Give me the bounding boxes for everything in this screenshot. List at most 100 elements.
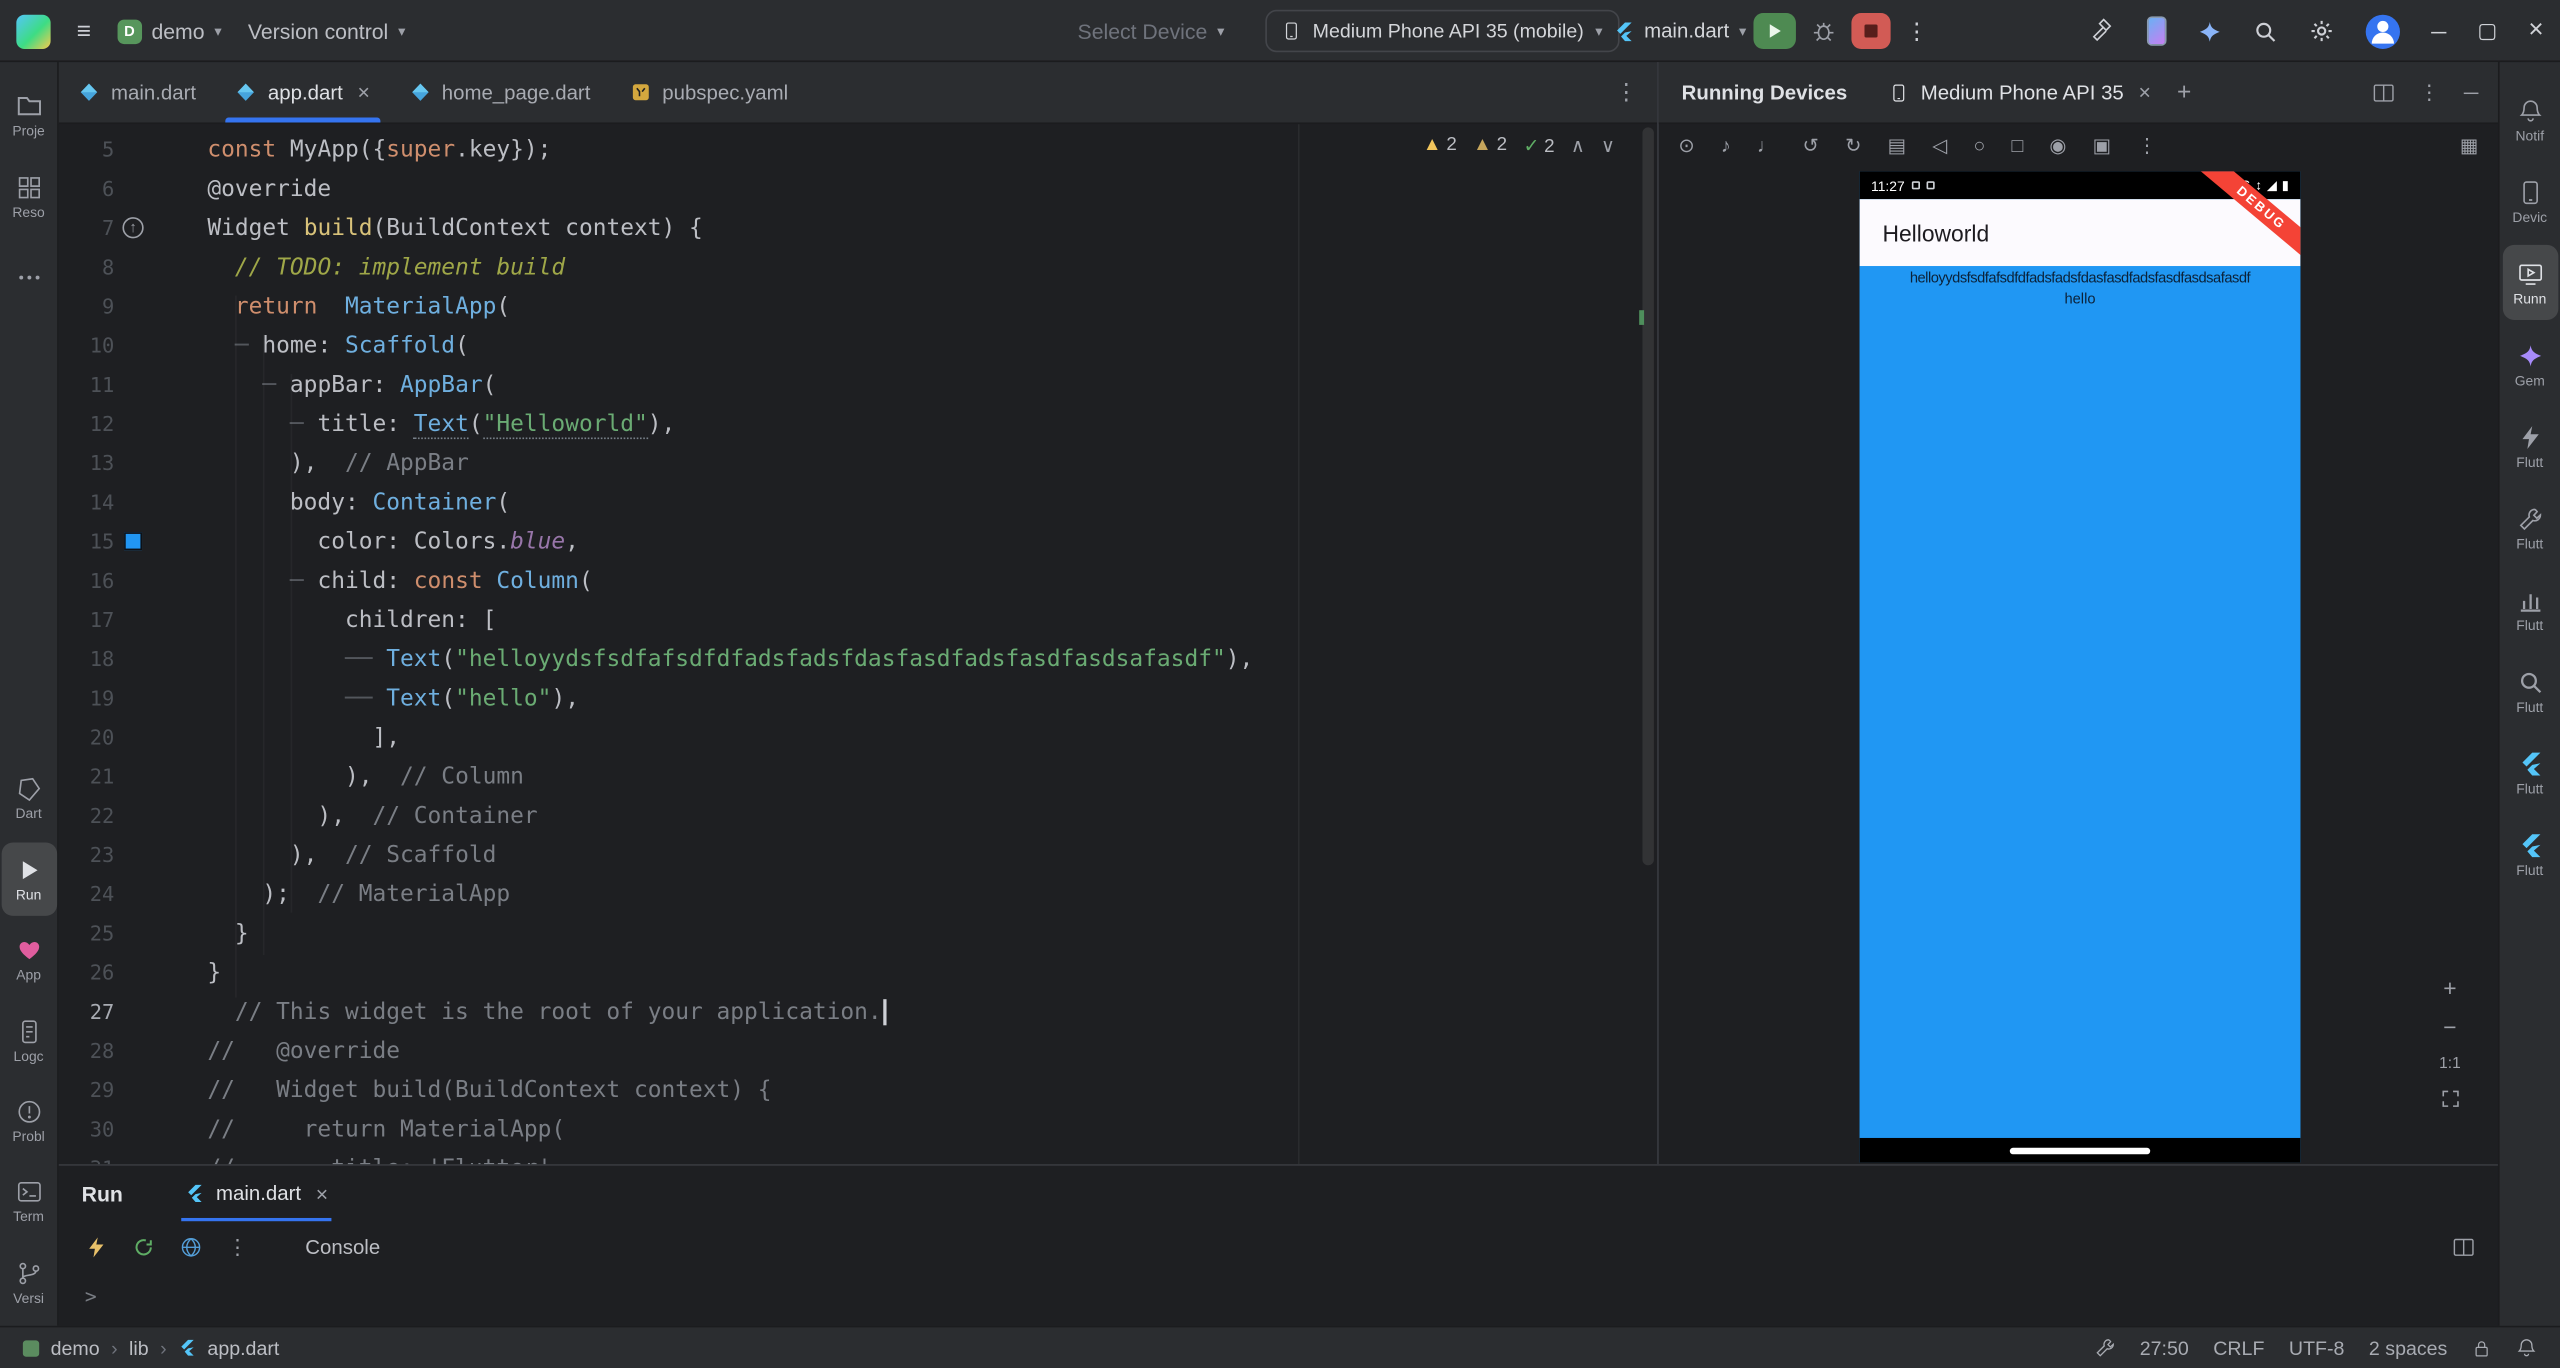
code-line[interactable]: 24 ); // MaterialApp [59, 875, 1635, 914]
device-screen[interactable]: 11:27 3G ↕ ◢ ▮ Helloworld [1860, 171, 2301, 1162]
tab-list-button[interactable]: ⋮ [1615, 78, 1638, 106]
code-line[interactable]: 19 ── Text("hello"), [59, 679, 1635, 718]
add-device-tab-button[interactable]: + [2177, 78, 2191, 106]
open-devtools-button[interactable] [180, 1236, 203, 1259]
code-line[interactable]: 5const MyApp({super.key}); [59, 131, 1635, 170]
line-number[interactable]: 25 [59, 914, 115, 953]
gutter-marker-area[interactable] [114, 562, 147, 601]
split-view-button[interactable] [2372, 81, 2395, 104]
panel-options-button[interactable]: ⋮ [2419, 80, 2439, 104]
power-button[interactable]: ⊙ [1678, 134, 1694, 157]
sidebar-item-gem[interactable]: Gem [2502, 327, 2558, 402]
code-line[interactable]: 30// return MaterialApp( [59, 1110, 1635, 1149]
console-options-button[interactable]: ⋮ [227, 1234, 248, 1260]
gutter-marker-area[interactable] [114, 679, 147, 718]
more-button[interactable]: ⋮ [2137, 134, 2157, 157]
line-number[interactable]: 12 [59, 405, 115, 444]
project-selector[interactable]: D demo ▾ [117, 19, 222, 43]
code-line[interactable]: 12 ─ title: Text("Helloworld"), [59, 405, 1635, 444]
file-encoding[interactable]: UTF-8 [2289, 1336, 2345, 1359]
line-number[interactable]: 7 [59, 209, 115, 248]
code-line[interactable]: 13 ), // AppBar [59, 444, 1635, 483]
line-number[interactable]: 13 [59, 444, 115, 483]
zoom-actual-button[interactable]: 1:1 [2439, 1055, 2461, 1073]
line-number[interactable]: 22 [59, 797, 115, 836]
tools-icon[interactable] [2094, 1337, 2115, 1358]
gutter-marker-area[interactable] [114, 170, 147, 209]
build-button[interactable] [2090, 18, 2116, 44]
display-mode-button[interactable]: ▦ [2460, 134, 2479, 157]
code-line[interactable]: 16 ─ child: const Column( [59, 562, 1635, 601]
notifications-icon[interactable] [2516, 1337, 2537, 1358]
line-number[interactable]: 10 [59, 327, 115, 366]
gutter-marker-area[interactable] [114, 405, 147, 444]
line-number[interactable]: 14 [59, 483, 115, 522]
line-number[interactable]: 19 [59, 679, 115, 718]
gutter-marker-area[interactable] [114, 248, 147, 287]
select-device-dropdown[interactable]: Select Device ▾ [1078, 0, 1225, 62]
sidebar-item-reso[interactable]: Reso [1, 159, 57, 233]
gutter-marker-area[interactable] [114, 914, 147, 953]
sidebar-item-dart[interactable]: Dart [1, 761, 57, 835]
code-line[interactable]: 14 body: Container( [59, 483, 1635, 522]
breadcrumb-file[interactable]: app.dart [207, 1336, 279, 1359]
app-body[interactable]: helloyydsfsdfafsdfdfadsfadsfdasfasdfadsf… [1860, 266, 2301, 1138]
fold-button[interactable]: ▤ [1888, 134, 1907, 157]
search-button[interactable] [2253, 19, 2277, 43]
code-line[interactable]: 26} [59, 953, 1635, 992]
maximize-button[interactable]: ▢ [2477, 18, 2497, 44]
rotate-right-button[interactable]: ↻ [1845, 134, 1861, 157]
device-nav-bar[interactable] [1860, 1138, 2301, 1162]
home-button[interactable]: ○ [1973, 134, 1985, 157]
code-line[interactable]: 9 return MaterialApp( [59, 287, 1635, 326]
color-swatch-blue[interactable] [124, 532, 142, 550]
indent-setting[interactable]: 2 spaces [2369, 1336, 2447, 1359]
sidebar-item-flutt[interactable]: Flutt [2502, 653, 2558, 728]
sidebar-item-more[interactable] [1, 240, 57, 314]
settings-button[interactable] [2309, 18, 2335, 44]
lock-icon[interactable] [2472, 1338, 2492, 1358]
code-line[interactable]: 29// Widget build(BuildContext context) … [59, 1071, 1635, 1110]
gutter-marker-area[interactable] [114, 953, 147, 992]
gutter-marker-area[interactable] [114, 758, 147, 797]
gutter-marker-area[interactable] [114, 797, 147, 836]
device-tab[interactable]: Medium Phone API 35 × [1890, 80, 2151, 104]
code-line[interactable]: 28// @override [59, 1032, 1635, 1071]
line-number[interactable]: 9 [59, 287, 115, 326]
scrollbar-thumb[interactable] [1642, 127, 1653, 865]
gemini-icon[interactable] [2198, 19, 2222, 43]
prev-issue-button[interactable]: ∧ [1571, 134, 1585, 157]
volume-down-button[interactable]: ♩ [1757, 134, 1777, 157]
device-mirroring-icon[interactable] [2147, 16, 2167, 45]
run-tab-main-dart[interactable]: main.dart × [175, 1166, 338, 1222]
main-menu-button[interactable]: ≡ [77, 17, 91, 45]
sidebar-item-flutt[interactable]: Flutt [2502, 408, 2558, 483]
sidebar-item-devic[interactable]: Devic [2502, 163, 2558, 238]
hot-restart-button[interactable] [132, 1236, 155, 1259]
breadcrumb-project[interactable]: demo [51, 1336, 100, 1359]
code-line[interactable]: 17 children: [ [59, 601, 1635, 640]
code-line[interactable]: 21 ), // Column [59, 758, 1635, 797]
editor-scrollbar[interactable] [1639, 127, 1655, 1160]
gutter-marker-area[interactable] [114, 444, 147, 483]
code-line[interactable]: 31// title: 'Flutter', [59, 1149, 1635, 1164]
zoom-out-button[interactable]: − [2443, 1016, 2456, 1039]
editor-tab-pubspec.yaml[interactable]: pubspec.yaml [610, 62, 808, 122]
gutter-marker-area[interactable] [114, 327, 147, 366]
gutter-marker-area[interactable] [114, 522, 147, 561]
code-line[interactable]: 10 ─ home: Scaffold( [59, 327, 1635, 366]
editor-tab-main.dart[interactable]: main.dart [59, 62, 216, 122]
gutter-marker-area[interactable] [114, 836, 147, 875]
sidebar-item-notif[interactable]: Notif [2502, 82, 2558, 157]
code-line[interactable]: 22 ), // Container [59, 797, 1635, 836]
line-number[interactable]: 15 [59, 522, 115, 561]
close-icon[interactable]: × [316, 1181, 328, 1205]
editor-tab-home_page.dart[interactable]: home_page.dart [390, 62, 610, 122]
gutter-marker-area[interactable] [114, 366, 147, 405]
line-number[interactable]: 30 [59, 1110, 115, 1149]
gutter-marker-area[interactable] [114, 287, 147, 326]
gutter-marker-area[interactable] [114, 131, 147, 170]
code-line[interactable]: 8 // TODO: implement build [59, 248, 1635, 287]
sidebar-item-versi[interactable]: Versi [1, 1245, 57, 1319]
gutter-marker-area[interactable] [114, 875, 147, 914]
